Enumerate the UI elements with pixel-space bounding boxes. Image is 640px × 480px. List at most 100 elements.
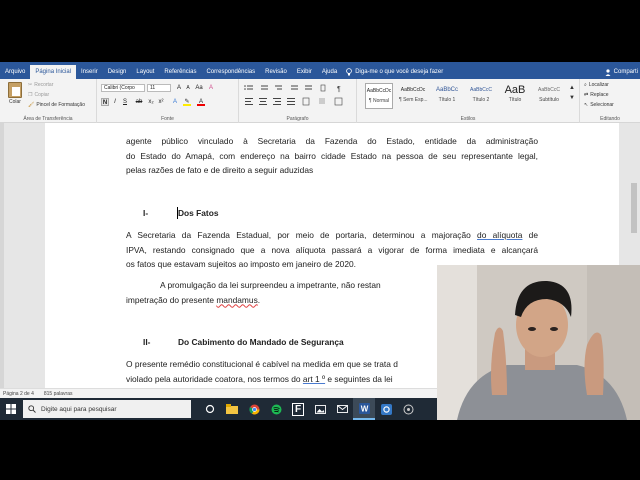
file-explorer-icon[interactable]	[221, 398, 243, 420]
bold-button[interactable]: N	[101, 98, 109, 106]
style-normal-preview: AaBbCcDc	[366, 88, 392, 94]
spelling-flag: mandamus	[216, 294, 258, 305]
font-group: Calibri (Corpo 11 A A Aa A N I S ab x₂ x…	[97, 79, 239, 123]
taskbar-search-box[interactable]: Digite aqui para pesquisar	[23, 400, 191, 418]
text-run: .	[257, 294, 261, 305]
styles-group-label: Estilos	[460, 116, 476, 122]
paragraph-intro: agente público vinculado à Secretaria da…	[126, 134, 538, 178]
text-cursor	[177, 207, 178, 219]
select-icon: ↖	[584, 102, 589, 108]
tab-ajuda[interactable]: Ajuda	[317, 65, 342, 79]
clipboard-group-label: Área de Transferência	[23, 116, 73, 122]
tab-correspondencias[interactable]: Correspondências	[201, 65, 260, 79]
app-q-icon[interactable]	[375, 398, 397, 420]
paragraph-icons[interactable]: ¶	[243, 84, 351, 108]
svg-text:W: W	[360, 404, 368, 413]
brush-icon: 🖌	[28, 102, 35, 108]
tab-revisao[interactable]: Revisão	[260, 65, 292, 79]
heading-title: Do Cabimento do Mandado de Segurança	[178, 337, 344, 347]
format-painter-button[interactable]: 🖌 Pincel de Formatação	[28, 102, 85, 108]
tab-design[interactable]: Design	[103, 65, 132, 79]
style-subtitulo-preview: AaBbCcC	[538, 87, 560, 93]
tab-pagina-inicial[interactable]: Página Inicial	[30, 65, 77, 79]
scrollbar-thumb[interactable]	[631, 183, 637, 233]
editing-group: ⌕ Localizar ⇄ Replace ↖ Selecionar Editando	[580, 79, 640, 123]
tab-inserir[interactable]: Inserir	[76, 65, 103, 79]
style-titulo-preview: AaB	[504, 84, 526, 96]
find-label: Localizar	[588, 82, 609, 88]
grow-font-icon[interactable]: A	[175, 84, 183, 92]
text-run: impetração do presente	[126, 294, 217, 305]
text-line: A Secretaria da Fazenda Estadual, por me…	[126, 228, 538, 243]
style-normal[interactable]: AaBbCcDc ¶ Normal	[365, 83, 393, 109]
style-titulo-2[interactable]: AaBbCcC Título 2	[467, 83, 495, 109]
strikethrough-button[interactable]: ab	[135, 98, 143, 106]
heading-title: Dos Fatos	[178, 208, 219, 218]
word-count[interactable]: 815 palavras	[44, 391, 73, 397]
task-view-icon[interactable]	[199, 398, 221, 420]
tab-layout[interactable]: Layout	[131, 65, 159, 79]
font-name-field[interactable]: Calibri (Corpo	[101, 84, 145, 92]
style-sem-espacamento-preview: AaBbCcDc	[400, 87, 426, 93]
subscript-button[interactable]: x₂	[147, 98, 155, 106]
windows-start-button[interactable]	[0, 398, 22, 420]
highlight-icon[interactable]: ✎	[183, 98, 191, 106]
share-button[interactable]: Comparti	[605, 68, 640, 76]
spotify-icon[interactable]	[265, 398, 287, 420]
text-run: de	[522, 230, 538, 240]
copy-button[interactable]: ❐ Copiar	[28, 92, 49, 98]
svg-text:¶: ¶	[337, 86, 341, 93]
word-icon[interactable]: W	[353, 398, 375, 420]
shrink-font-icon[interactable]: A	[184, 84, 192, 92]
style-titulo-1-preview: AaBbCc	[435, 87, 458, 93]
heading-number: I-	[143, 208, 149, 218]
text-line: IPVA, restando consignado que a nova alí…	[126, 244, 538, 255]
replace-button[interactable]: ⇄ Replace	[584, 92, 609, 98]
tab-referencias[interactable]: Referências	[159, 65, 201, 79]
grammar-flag: do alíquota	[477, 230, 523, 240]
font-size-field[interactable]: 11	[147, 84, 171, 92]
webcam-overlay	[437, 265, 640, 420]
photos-icon[interactable]	[309, 398, 331, 420]
change-case-icon[interactable]: Aa	[195, 84, 203, 92]
styles-scroll-down[interactable]: ▼	[569, 95, 575, 101]
replace-icon: ⇄	[584, 92, 589, 98]
tell-me-box[interactable]: Diga-me o que você deseja fazer	[346, 68, 443, 76]
tab-exibir[interactable]: Exibir	[292, 65, 317, 79]
clear-format-icon[interactable]: A	[207, 84, 215, 92]
text-line: do Estado do Amapá, com endereço na bair…	[126, 150, 538, 161]
styles-group: AaBbCcDc ¶ Normal AaBbCcDc ¶ Sem Esp... …	[357, 79, 580, 123]
style-sem-espacamento-name: ¶ Sem Esp...	[399, 97, 428, 103]
search-icon: ⌕	[584, 82, 587, 88]
windows-logo-icon	[6, 404, 16, 414]
ribbon-tabs: Arquivo Página Inicial Inserir Design La…	[0, 65, 640, 79]
underline-button[interactable]: S	[121, 98, 129, 106]
app-circle-icon[interactable]	[397, 398, 419, 420]
heading-number: II-	[143, 337, 151, 347]
style-subtitulo[interactable]: AaBbCcC Subtítulo	[535, 83, 563, 109]
find-button[interactable]: ⌕ Localizar	[584, 82, 609, 88]
app-f-icon[interactable]: F	[287, 398, 309, 420]
page-count[interactable]: Página 2 de 4	[3, 391, 34, 397]
styles-scroll-up[interactable]: ▲	[569, 85, 575, 91]
style-titulo[interactable]: AaB Título	[501, 83, 529, 109]
text-effects-icon[interactable]: A	[171, 98, 179, 106]
italic-button[interactable]: I	[111, 98, 119, 106]
style-normal-name: ¶ Normal	[368, 98, 390, 104]
paste-button[interactable]: Colar	[5, 82, 25, 105]
mail-icon[interactable]	[331, 398, 353, 420]
chrome-icon[interactable]	[243, 398, 265, 420]
style-titulo-1[interactable]: AaBbCc Título 1	[433, 83, 461, 109]
tab-arquivo[interactable]: Arquivo	[0, 65, 30, 79]
copy-label: Copiar	[34, 92, 50, 98]
webcam-person-image	[437, 265, 640, 420]
select-button[interactable]: ↖ Selecionar	[584, 102, 614, 108]
heading-dos-fatos: I- Dos Fatos	[126, 206, 538, 221]
cut-button[interactable]: ✂ Recortar	[28, 82, 53, 88]
paragraph-group-label: Parágrafo	[286, 116, 309, 122]
style-sem-espacamento[interactable]: AaBbCcDc ¶ Sem Esp...	[399, 83, 428, 109]
paragraph-group: ¶ Parágrafo	[239, 79, 357, 123]
superscript-button[interactable]: x²	[157, 98, 165, 106]
text-run: violado pela autoridade coatora, nos ter…	[126, 373, 303, 384]
font-color-icon[interactable]: A	[197, 98, 205, 106]
